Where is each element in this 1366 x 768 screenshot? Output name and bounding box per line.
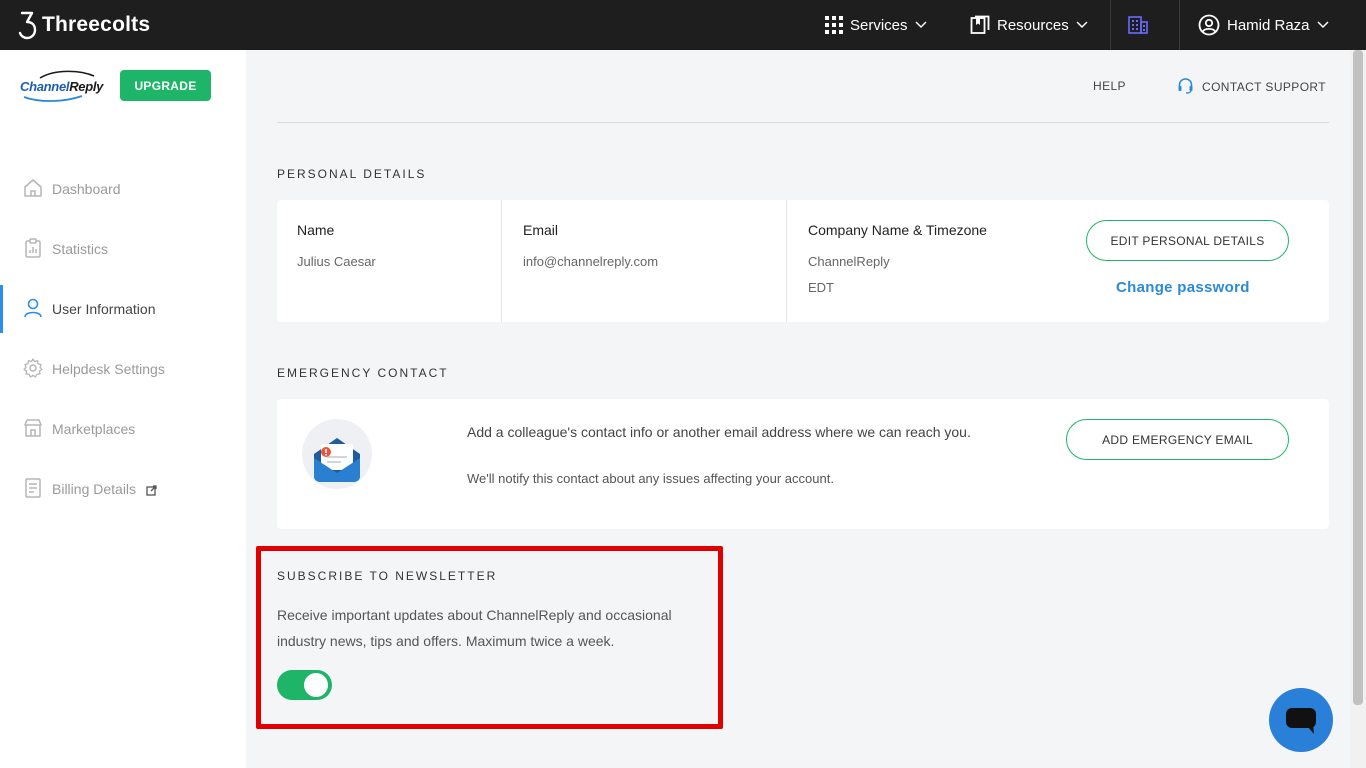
divider	[1110, 0, 1111, 50]
user-icon	[24, 298, 42, 318]
threecolts-brand[interactable]: Threecolts	[18, 10, 150, 40]
user-menu[interactable]: Hamid Raza	[1198, 0, 1329, 50]
logo-text: ChannelReply	[20, 79, 104, 94]
chevron-down-icon	[1317, 21, 1329, 29]
sidebar: ChannelReply UPGRADE Dashboard Statistic…	[0, 50, 246, 768]
name-column: Name Julius Caesar	[277, 200, 502, 322]
sidebar-item-user-information[interactable]: User Information	[0, 285, 246, 333]
email-value: info@channelreply.com	[523, 254, 659, 269]
scrollbar[interactable]	[1350, 50, 1366, 768]
upgrade-button[interactable]: UPGRADE	[120, 70, 211, 101]
sidebar-item-label: User Information	[52, 301, 156, 317]
sidebar-item-label: Marketplaces	[52, 421, 136, 437]
home-icon	[24, 179, 42, 197]
sidebar-item-helpdesk-settings[interactable]: Helpdesk Settings	[0, 345, 246, 393]
add-emergency-email-button[interactable]: ADD EMERGENCY EMAIL	[1066, 419, 1289, 460]
emergency-description: Add a colleague's contact info or anothe…	[467, 424, 971, 440]
clipboard-icon	[25, 238, 41, 258]
headset-icon	[1178, 78, 1193, 94]
scrollbar-thumb[interactable]	[1353, 50, 1363, 705]
billing-icon	[25, 478, 41, 498]
highlight-box	[256, 546, 723, 729]
sidebar-item-label: Helpdesk Settings	[52, 361, 165, 377]
emergency-contact-title: EMERGENCY CONTACT	[277, 366, 449, 380]
chevron-down-icon	[915, 21, 927, 29]
name-value: Julius Caesar	[297, 254, 376, 269]
page-header: HELP CONTACT SUPPORT	[277, 50, 1329, 123]
user-avatar-icon	[1198, 14, 1220, 36]
top-navigation-bar: Threecolts Services Resources Hamid Raza	[0, 0, 1366, 50]
name-label: Name	[297, 222, 335, 238]
emergency-note: We'll notify this contact about any issu…	[467, 471, 834, 486]
timezone-value: EDT	[808, 280, 834, 295]
company-value: ChannelReply	[808, 254, 890, 269]
user-name: Hamid Raza	[1227, 16, 1310, 34]
services-menu[interactable]: Services	[825, 0, 927, 50]
divider	[1179, 0, 1180, 50]
building-icon	[1128, 16, 1148, 34]
edit-personal-details-button[interactable]: EDIT PERSONAL DETAILS	[1086, 220, 1289, 261]
channelreply-logo[interactable]: ChannelReply	[20, 70, 104, 106]
contact-support-label: CONTACT SUPPORT	[1202, 79, 1327, 94]
emergency-contact-card: Add a colleague's contact info or anothe…	[277, 399, 1329, 529]
sidebar-item-marketplaces[interactable]: Marketplaces	[0, 405, 246, 453]
contact-support-link[interactable]: CONTACT SUPPORT	[1177, 78, 1327, 94]
chevron-down-icon	[1076, 21, 1088, 29]
personal-details-title: PERSONAL DETAILS	[277, 167, 427, 181]
email-label: Email	[523, 222, 559, 238]
sidebar-item-label: Dashboard	[52, 181, 121, 197]
sidebar-item-label: Billing Details	[52, 481, 157, 497]
book-icon	[970, 15, 990, 34]
store-icon	[24, 419, 42, 437]
services-label: Services	[850, 16, 908, 34]
company-column: Company Name & Timezone ChannelReply EDT	[787, 200, 1329, 322]
external-link-icon	[146, 485, 157, 496]
sidebar-item-billing-details[interactable]: Billing Details	[0, 465, 246, 513]
threecolts-logo-icon	[18, 11, 37, 40]
personal-details-card: Name Julius Caesar Email info@channelrep…	[277, 200, 1329, 322]
chat-bubble-icon	[1286, 708, 1316, 734]
email-column: Email info@channelreply.com	[502, 200, 787, 322]
organization-button[interactable]	[1128, 0, 1148, 50]
sidebar-item-label: Statistics	[52, 241, 109, 257]
grid-icon	[825, 16, 843, 34]
help-link[interactable]: HELP	[1093, 79, 1126, 93]
change-password-link[interactable]: Change password	[1116, 279, 1250, 296]
company-label: Company Name & Timezone	[808, 222, 987, 238]
resources-label: Resources	[997, 16, 1069, 34]
resources-menu[interactable]: Resources	[970, 0, 1088, 50]
chat-button[interactable]	[1269, 688, 1333, 752]
sidebar-item-dashboard[interactable]: Dashboard	[0, 165, 246, 213]
email-alert-illustration-icon	[302, 419, 372, 489]
sidebar-item-statistics[interactable]: Statistics	[0, 225, 246, 273]
gear-icon	[23, 358, 43, 378]
brand-name: Threecolts	[42, 13, 151, 36]
